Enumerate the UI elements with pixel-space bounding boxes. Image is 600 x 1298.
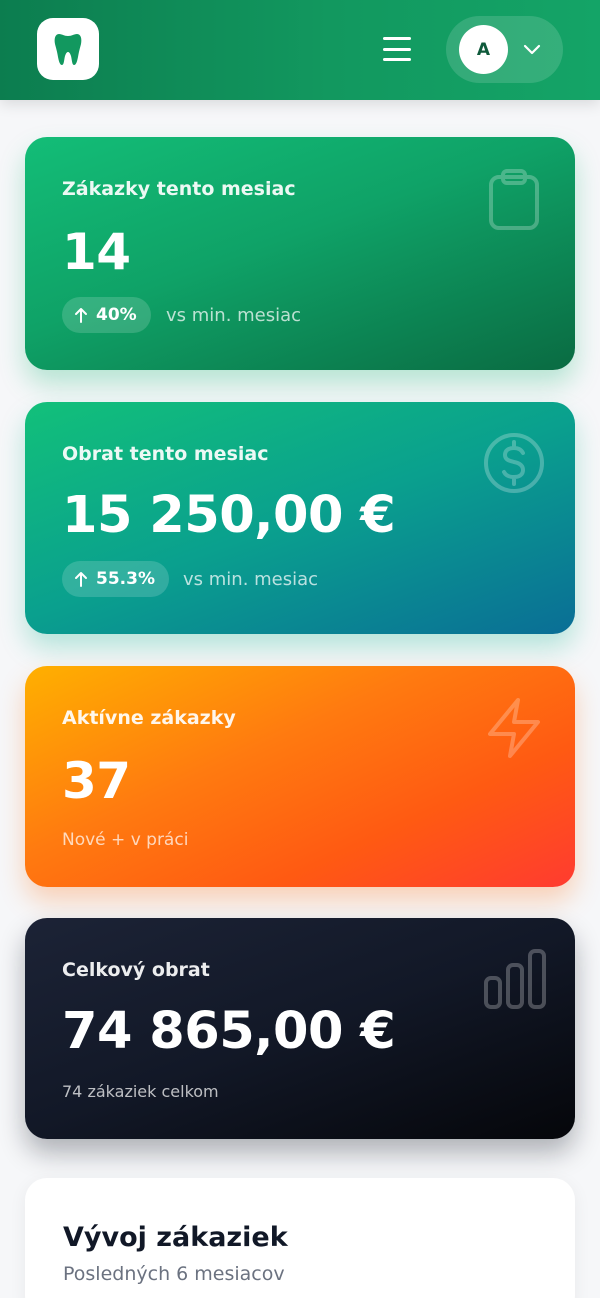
trend-note: vs min. mesiac — [166, 305, 302, 326]
stat-subtext: 74 zákaziek celkom — [62, 1082, 219, 1101]
stat-label: Celkový obrat — [62, 959, 210, 981]
stat-subtext: Nové + v práci — [62, 830, 189, 850]
stat-value: 37 — [62, 752, 131, 810]
tooth-icon — [54, 34, 82, 65]
stat-label: Aktívne zákazky — [62, 707, 236, 729]
hamburger-menu-icon — [383, 37, 411, 40]
stat-value: 74 865,00 € — [62, 1002, 396, 1061]
stat-value: 14 — [62, 223, 131, 281]
panel-subtitle: Posledných 6 mesiacov — [63, 1263, 285, 1285]
stat-card-total-revenue[interactable]: Celkový obrat 74 865,00 € 74 zákaziek ce… — [25, 918, 575, 1139]
panel-title: Vývoj zákaziek — [63, 1222, 288, 1253]
stat-label: Zákazky tento mesiac — [62, 178, 296, 200]
trend-value: 55.3% — [96, 569, 155, 589]
stat-card-revenue-this-month[interactable]: Obrat tento mesiac 15 250,00 € 55.3% vs … — [25, 402, 575, 634]
trend-badge: 55.3% — [62, 561, 169, 597]
trend-value: 40% — [96, 305, 137, 325]
menu-button[interactable] — [378, 33, 416, 65]
chevron-down-icon — [523, 44, 541, 55]
trend-badge: 40% — [62, 297, 151, 333]
orders-trend-panel: Vývoj zákaziek Posledných 6 mesiacov — [25, 1178, 575, 1298]
user-menu-button[interactable]: A — [446, 16, 563, 83]
clipboard-icon — [489, 169, 539, 230]
app-logo[interactable] — [37, 18, 99, 80]
trend-note: vs min. mesiac — [183, 569, 319, 590]
top-bar: A — [0, 0, 600, 100]
bar-chart-icon — [484, 949, 546, 1009]
stat-label: Obrat tento mesiac — [62, 443, 269, 465]
arrow-up-icon — [75, 572, 87, 587]
stat-card-active-orders[interactable]: Aktívne zákazky 37 Nové + v práci — [25, 666, 575, 887]
stat-card-orders-this-month[interactable]: Zákazky tento mesiac 14 40% vs min. mesi… — [25, 137, 575, 370]
arrow-up-icon — [75, 308, 87, 323]
avatar: A — [459, 25, 508, 74]
dollar-circle-icon — [484, 433, 544, 493]
lightning-icon — [488, 698, 540, 758]
stat-value: 15 250,00 € — [62, 486, 396, 545]
